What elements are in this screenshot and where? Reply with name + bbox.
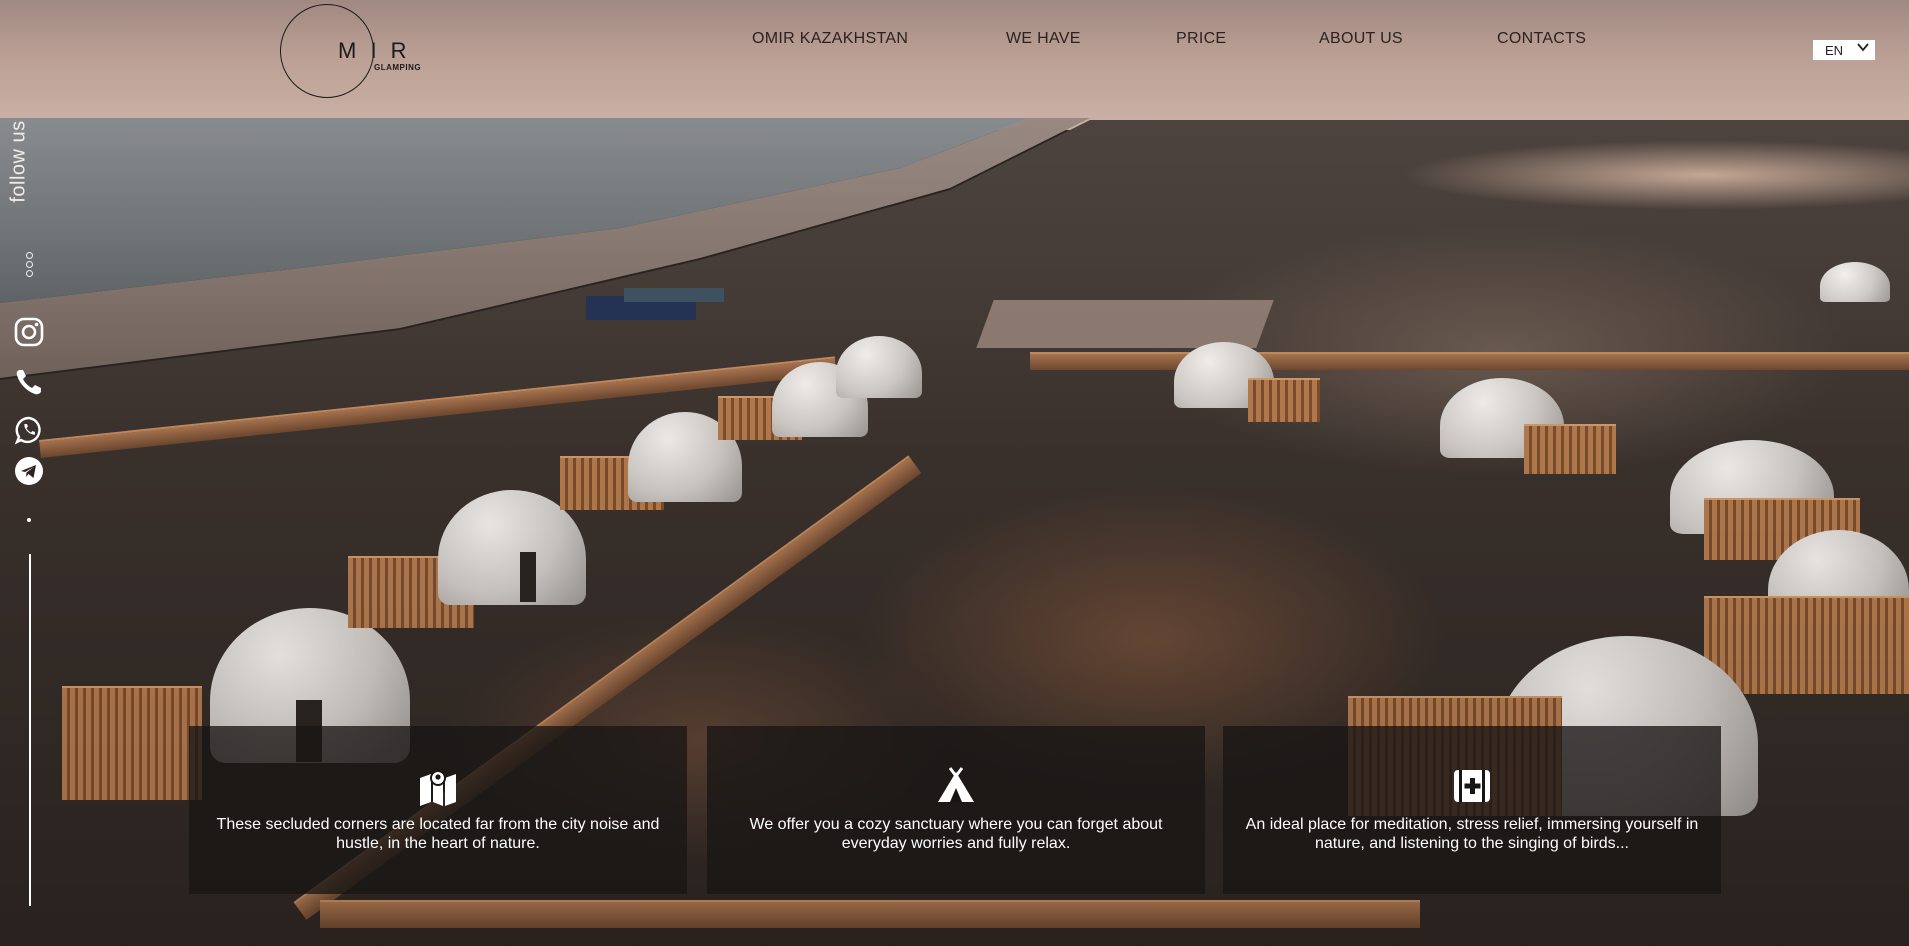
feature-card: We offer you a cozy sanctuary where you …	[707, 726, 1205, 894]
first-aid-icon	[1452, 766, 1492, 806]
whatsapp-icon[interactable]	[14, 415, 44, 445]
indicator-dot	[27, 518, 31, 522]
feature-text: An ideal place for meditation, stress re…	[1245, 816, 1699, 852]
logo-text: M I R	[338, 38, 411, 63]
feature-text: These secluded corners are located far f…	[216, 816, 660, 852]
feature-card: An ideal place for meditation, stress re…	[1223, 726, 1721, 894]
chevron-down-icon	[1857, 41, 1869, 56]
nav-we-have[interactable]: WE HAVE	[1006, 30, 1081, 48]
phone-icon[interactable]	[14, 367, 44, 397]
dots-icon	[26, 252, 33, 279]
logo-subtext: GLAMPING	[374, 63, 422, 72]
nav-price[interactable]: PRICE	[1176, 30, 1226, 48]
map-icon	[418, 766, 458, 806]
tent-icon	[936, 766, 976, 806]
follow-us-label-wrap: follow us	[8, 110, 56, 220]
scroll-line	[29, 554, 31, 906]
language-value: EN	[1825, 43, 1844, 58]
nav-omir-kazakhstan[interactable]: OMIR KAZAKHSTAN	[752, 30, 908, 48]
nav-contacts[interactable]: CONTACTS	[1497, 30, 1586, 48]
telegram-icon[interactable]	[14, 456, 44, 486]
follow-us-label: follow us	[7, 120, 30, 203]
feature-text: We offer you a cozy sanctuary where you …	[749, 816, 1163, 852]
feature-card: These secluded corners are located far f…	[189, 726, 687, 894]
language-select[interactable]: EN	[1813, 40, 1875, 60]
nav-about-us[interactable]: ABOUT US	[1319, 30, 1403, 48]
instagram-icon[interactable]	[14, 317, 44, 347]
